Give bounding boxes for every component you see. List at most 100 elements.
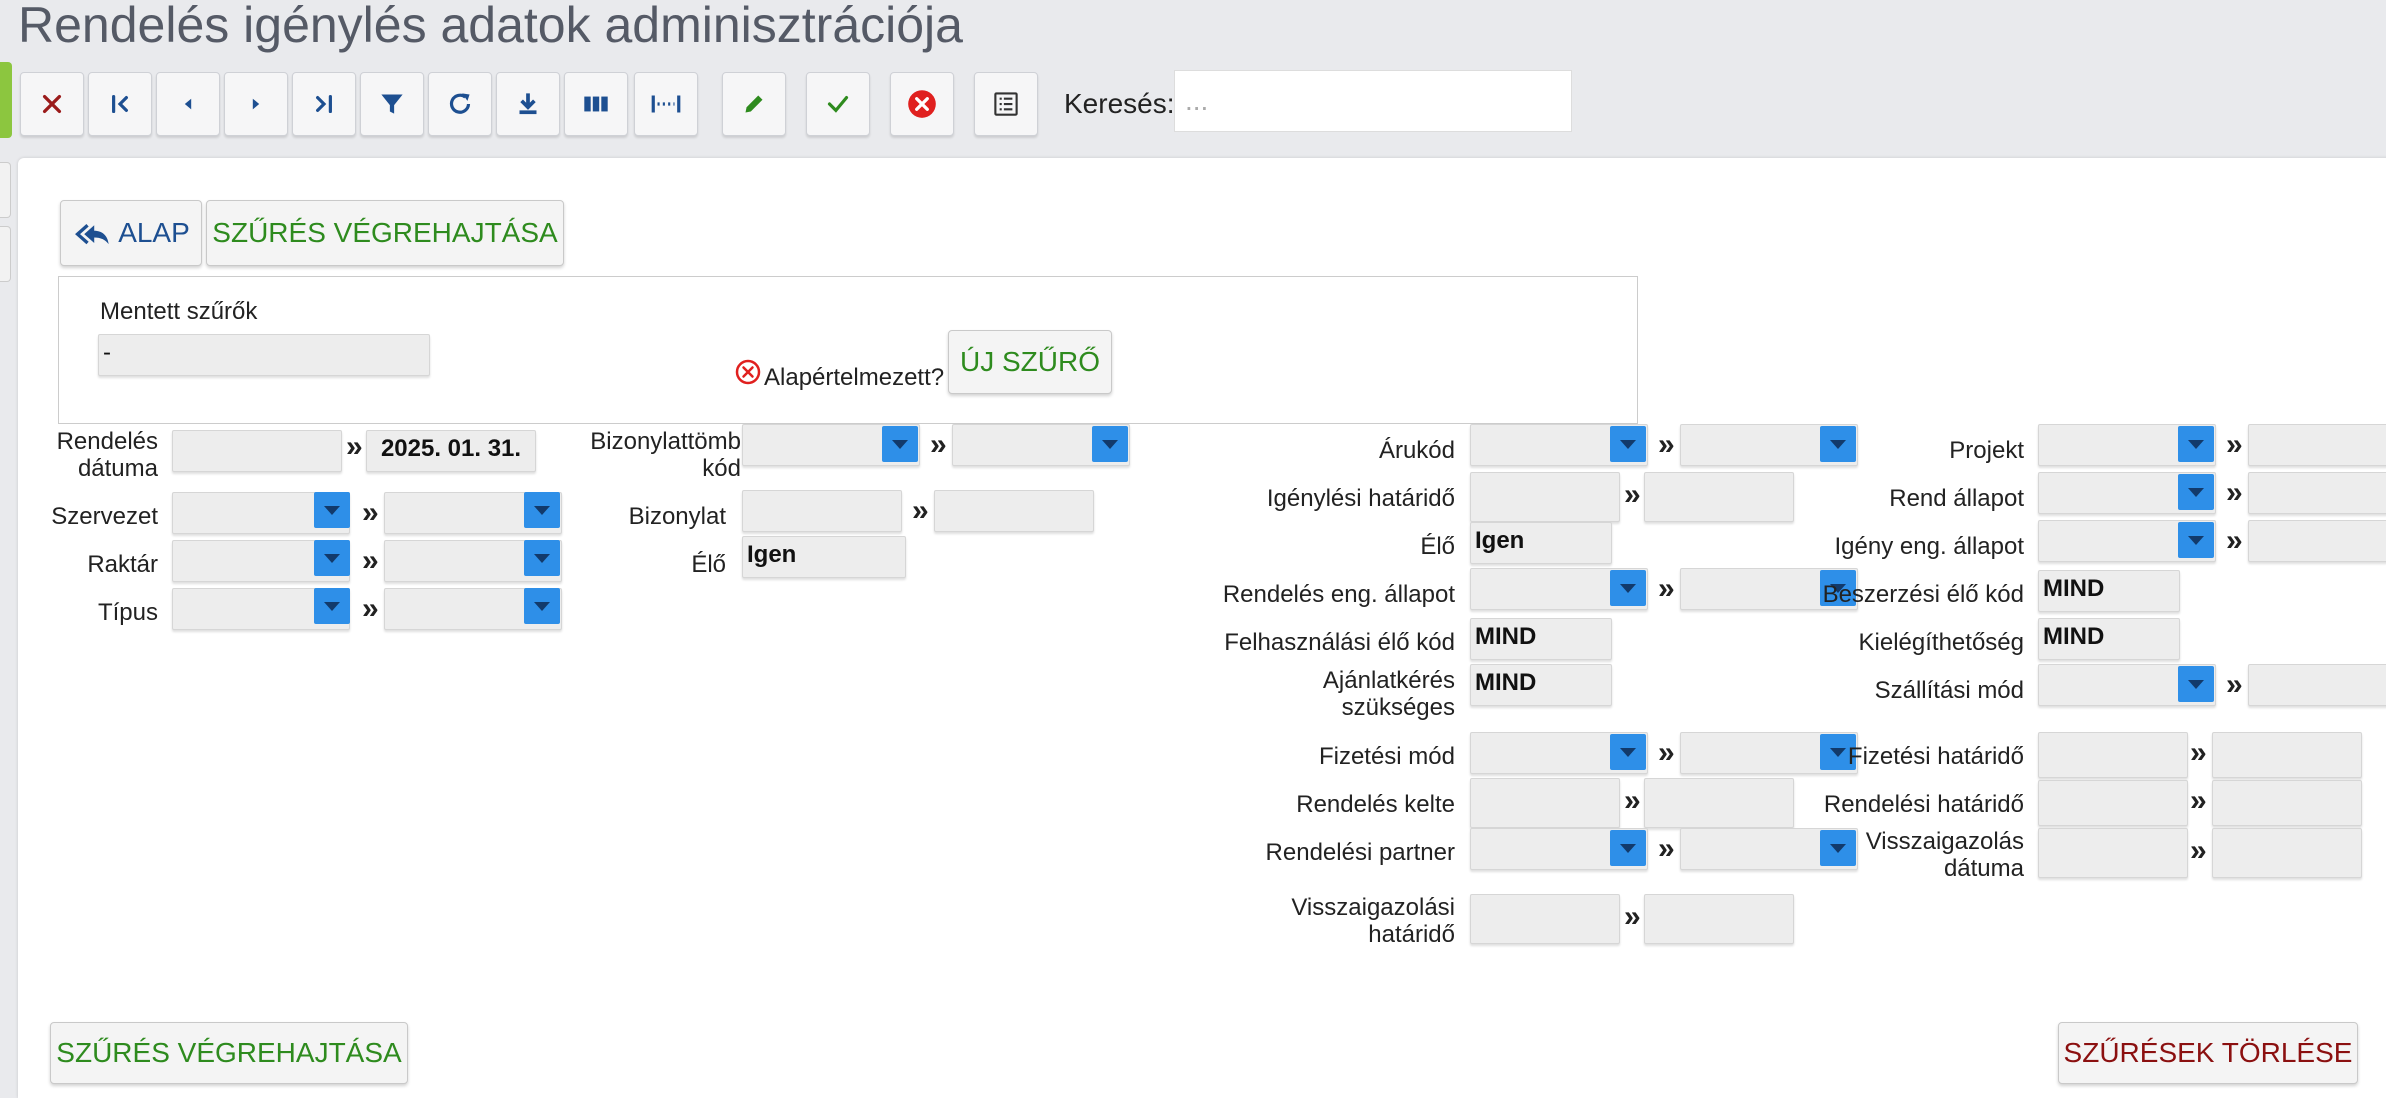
download-icon — [519, 93, 537, 115]
column-width-button[interactable] — [634, 72, 698, 136]
cancel-button[interactable] — [890, 72, 954, 136]
rendelesi-partner-label: Rendelési partner — [1265, 839, 1455, 866]
tipus-label: Típus — [97, 599, 158, 626]
run-filter-bottom-button[interactable]: SZŰRÉS VÉGREHAJTÁSA — [50, 1022, 408, 1084]
visszaigazolas-datuma-to[interactable] — [2212, 828, 2362, 878]
new-filter-button[interactable]: ÚJ SZŰRŐ — [948, 330, 1112, 394]
szallitasi-mod-to-select[interactable] — [2248, 664, 2386, 706]
next-button[interactable] — [224, 72, 288, 136]
saved-filters-label: Mentett szűrők — [100, 298, 258, 325]
dropdown-arrow-icon[interactable] — [2178, 426, 2214, 462]
bizonylat-label: Bizonylat — [628, 503, 726, 530]
rendeles-kelte-from[interactable] — [1470, 778, 1620, 828]
side-accent-tab[interactable] — [0, 62, 12, 138]
dropdown-arrow-icon[interactable] — [524, 588, 560, 624]
edit-button[interactable] — [722, 72, 786, 136]
rendeles-kelte-label: Rendelés kelte — [1296, 791, 1455, 818]
first-page-button[interactable] — [88, 72, 152, 136]
dropdown-arrow-icon[interactable] — [1820, 426, 1856, 462]
elo-select[interactable]: Igen — [742, 536, 906, 578]
list-icon — [994, 92, 1018, 116]
dropdown-arrow-icon[interactable] — [1820, 830, 1856, 866]
last-page-icon — [316, 94, 332, 114]
ajanlatkeres-select[interactable]: MIND — [1470, 664, 1612, 706]
dropdown-arrow-icon[interactable] — [882, 426, 918, 462]
igenylesi-hatarido-from[interactable] — [1470, 472, 1620, 522]
remove-default-icon[interactable] — [734, 358, 762, 386]
fizetesi-hatarido-to[interactable] — [2212, 732, 2362, 778]
dropdown-arrow-icon[interactable] — [314, 492, 350, 528]
rendeles-datuma-from[interactable] — [172, 430, 342, 472]
refresh-button[interactable] — [428, 72, 492, 136]
dropdown-arrow-icon[interactable] — [1092, 426, 1128, 462]
dropdown-arrow-icon[interactable] — [314, 540, 350, 576]
clear-filters-button[interactable]: SZŰRÉSEK TÖRLÉSE — [2058, 1022, 2358, 1084]
igeny-eng-allapot-label: Igény eng. állapot — [1834, 533, 2024, 560]
range-separator: » — [1658, 572, 1675, 605]
dropdown-arrow-icon[interactable] — [2178, 666, 2214, 702]
visszaigazolas-datuma-from[interactable] — [2038, 828, 2188, 878]
run-filter-button[interactable]: SZŰRÉS VÉGREHAJTÁSA — [206, 200, 564, 266]
range-separator: » — [2226, 476, 2243, 509]
felhasznalasi-elo-kod-select[interactable]: MIND — [1470, 618, 1612, 660]
dropdown-arrow-icon[interactable] — [524, 492, 560, 528]
range-separator: » — [2226, 428, 2243, 461]
reply-all-icon — [75, 223, 109, 245]
fizetesi-hatarido-label: Fizetési határidő — [1847, 743, 2024, 770]
visszaigazolasi-hatarido-from[interactable] — [1470, 894, 1620, 944]
dropdown-arrow-icon[interactable] — [2178, 522, 2214, 558]
last-page-button[interactable] — [292, 72, 356, 136]
kielegithetoseg-select[interactable]: MIND — [2038, 618, 2180, 660]
bizonylat-from[interactable] — [742, 490, 902, 532]
list-view-button[interactable] — [974, 72, 1038, 136]
dropdown-arrow-icon[interactable] — [524, 540, 560, 576]
alap-button[interactable]: ALAP — [60, 200, 202, 266]
igeny-eng-allapot-to-select[interactable] — [2248, 520, 2386, 562]
elo-select[interactable]: Igen — [1470, 522, 1612, 564]
dropdown-arrow-icon[interactable] — [1610, 426, 1646, 462]
dropdown-arrow-icon[interactable] — [314, 588, 350, 624]
projekt-label: Projekt — [1949, 437, 2024, 464]
range-separator: » — [2226, 668, 2243, 701]
search-input[interactable] — [1174, 70, 1572, 132]
dropdown-arrow-icon[interactable] — [1610, 734, 1646, 770]
download-button[interactable] — [496, 72, 560, 136]
bizonylat-to[interactable] — [934, 490, 1094, 532]
prev-button[interactable] — [156, 72, 220, 136]
side-tab[interactable] — [0, 226, 11, 282]
saved-filters-select[interactable]: - — [98, 334, 430, 376]
range-separator: » — [2190, 834, 2207, 867]
bizonylattomb-label: Bizonylattömb kód — [590, 428, 741, 482]
column-width-icon — [651, 95, 681, 113]
side-tab[interactable] — [0, 162, 11, 218]
visszaigazolasi-hatarido-label: Visszaigazolási határidő — [1291, 894, 1455, 948]
range-separator: » — [362, 544, 379, 577]
range-separator: » — [362, 496, 379, 529]
dropdown-arrow-icon[interactable] — [1610, 830, 1646, 866]
rendelesi-hatarido-to[interactable] — [2212, 780, 2362, 826]
visszaigazolasi-hatarido-to[interactable] — [1644, 894, 1794, 944]
fizetesi-hatarido-from[interactable] — [2038, 732, 2188, 778]
columns-button[interactable] — [564, 72, 628, 136]
rend-allapot-label: Rend állapot — [1889, 485, 2024, 512]
dropdown-arrow-icon[interactable] — [1610, 570, 1646, 606]
rendeles-datuma-to[interactable]: 2025. 01. 31. — [366, 430, 536, 472]
igenylesi-hatarido-to[interactable] — [1644, 472, 1794, 522]
felhasznalasi-elo-kod-label: Felhasználási élő kód — [1224, 629, 1455, 656]
columns-icon — [584, 96, 608, 112]
range-separator: » — [346, 430, 363, 463]
beszerzesi-elo-kod-select[interactable]: MIND — [2038, 570, 2180, 612]
range-separator: » — [1624, 900, 1641, 933]
confirm-button[interactable] — [806, 72, 870, 136]
filter-button[interactable] — [360, 72, 424, 136]
prev-icon — [184, 98, 192, 110]
close-button[interactable] — [20, 72, 84, 136]
projekt-to-select[interactable] — [2248, 424, 2386, 466]
edit-icon — [745, 95, 763, 113]
filter-icon — [381, 94, 403, 114]
range-separator: » — [1624, 784, 1641, 817]
dropdown-arrow-icon[interactable] — [2178, 474, 2214, 510]
rend-allapot-to-select[interactable] — [2248, 472, 2386, 514]
rendelesi-hatarido-from[interactable] — [2038, 780, 2188, 826]
rendeles-kelte-to[interactable] — [1644, 778, 1794, 828]
